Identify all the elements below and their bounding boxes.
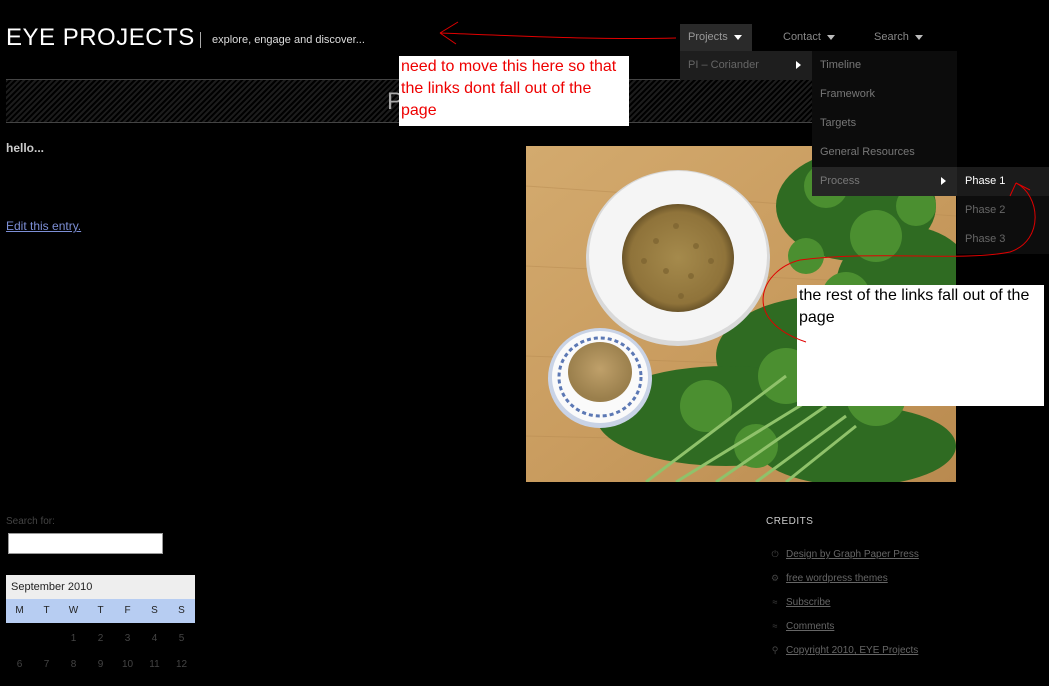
credit-link-comments[interactable]: ≈ Comments — [770, 621, 835, 632]
process-dropdown: Phase 1 Phase 2 Phase 3 — [957, 167, 1049, 254]
projects-dropdown: PI – Coriander — [680, 51, 812, 80]
arrow-left-head — [439, 21, 459, 34]
menu-item-label: General Resources — [820, 146, 915, 158]
weekday: S — [151, 605, 158, 616]
calendar-month: September 2010 — [6, 575, 195, 599]
weekday: T — [97, 605, 104, 616]
chevron-right-icon — [796, 61, 801, 69]
credit-label: Copyright 2010, EYE Projects — [786, 645, 919, 656]
credit-label: Design by Graph Paper Press — [786, 549, 919, 560]
nav-projects[interactable]: Projects — [680, 24, 752, 51]
menu-item-targets[interactable]: Targets — [812, 109, 957, 138]
annotation-note-move: need to move this here so that the links… — [399, 56, 629, 126]
weekday: T — [43, 605, 50, 616]
menu-item-process[interactable]: Process — [812, 167, 957, 196]
coriander-dropdown: Timeline Framework Targets General Resou… — [812, 51, 957, 196]
menu-item-label: PI – Coriander — [688, 59, 759, 71]
edit-entry-link[interactable]: Edit this entry. — [6, 219, 81, 233]
menu-item-label: Phase 3 — [965, 233, 1006, 245]
credit-link-themes[interactable]: ⚙ free wordpress themes — [770, 573, 888, 584]
menu-item-label: Framework — [820, 88, 876, 100]
calendar-day: 5 — [178, 633, 185, 644]
calendar-day: 7 — [43, 659, 50, 670]
weekday: M — [15, 605, 24, 616]
credit-link-copyright[interactable]: ⚲ Copyright 2010, EYE Projects — [770, 645, 919, 656]
chevron-down-icon — [733, 34, 742, 40]
title-separator — [200, 32, 201, 48]
site-tagline: explore, engage and discover... — [212, 34, 365, 46]
site-title[interactable]: EYE PROJECTS — [6, 24, 195, 52]
chevron-down-icon — [914, 34, 923, 40]
arrow-left-icon — [439, 32, 677, 40]
menu-item-label: Targets — [820, 117, 857, 129]
key-icon: ⚲ — [771, 645, 779, 655]
search-label: Search for: — [6, 516, 55, 527]
post-content: hello... — [6, 141, 45, 155]
menu-item-label: Process — [820, 175, 860, 187]
menu-item-general-resources[interactable]: General Resources — [812, 138, 957, 167]
credit-label: free wordpress themes — [786, 573, 888, 584]
calendar-day: 1 — [70, 633, 77, 644]
credit-label: Comments — [786, 621, 835, 632]
search-input[interactable] — [8, 533, 163, 554]
credit-label: Subscribe — [786, 597, 831, 608]
menu-item-phase-1[interactable]: Phase 1 — [957, 167, 1049, 196]
calendar-day: 12 — [175, 659, 188, 670]
calendar-day: 10 — [121, 659, 134, 670]
menu-item-phase-3[interactable]: Phase 3 — [957, 225, 1049, 254]
gear-icon: ⚙ — [770, 573, 780, 583]
nav-contact-label: Contact — [783, 31, 821, 43]
calendar-month-label: September 2010 — [11, 581, 93, 593]
weekday: F — [124, 605, 131, 616]
menu-item-label: Phase 2 — [965, 204, 1006, 216]
menu-item-label: Timeline — [820, 59, 862, 71]
menu-item-phase-2[interactable]: Phase 2 — [957, 196, 1049, 225]
menu-item-framework[interactable]: Framework — [812, 80, 957, 109]
nav-contact[interactable]: Contact — [775, 24, 853, 51]
nav-search[interactable]: Search — [866, 24, 944, 51]
calendar-day: 6 — [16, 659, 23, 670]
menu-item-label: Phase 1 — [965, 175, 1006, 187]
calendar: September 2010 M T W T F S S 1 2 3 4 5 6… — [6, 575, 195, 686]
nav-search-label: Search — [874, 31, 909, 43]
weekday: S — [178, 605, 185, 616]
annotation-note-overflow: the rest of the links fall out of the pa… — [797, 285, 1044, 406]
power-icon: ⏻ — [771, 549, 779, 559]
calendar-day: 8 — [70, 659, 77, 670]
calendar-day: 2 — [97, 633, 104, 644]
rss-icon: ≈ — [772, 597, 778, 607]
credits-title: CREDITS — [766, 516, 814, 527]
nav-projects-label: Projects — [688, 31, 728, 43]
arrow-left-head — [439, 32, 457, 45]
calendar-weekday-row: M T W T F S S — [6, 599, 195, 623]
rss-icon: ≈ — [772, 621, 778, 631]
chevron-down-icon — [826, 34, 835, 40]
credit-link-subscribe[interactable]: ≈ Subscribe — [770, 597, 831, 608]
calendar-day: 9 — [97, 659, 104, 670]
calendar-day: 11 — [149, 659, 160, 670]
credit-link-design[interactable]: ⏻ Design by Graph Paper Press — [770, 549, 919, 560]
menu-item-pi-coriander[interactable]: PI – Coriander — [680, 51, 812, 80]
calendar-day: 4 — [151, 633, 158, 644]
chevron-right-icon — [941, 177, 946, 185]
calendar-day: 3 — [124, 633, 131, 644]
menu-item-timeline[interactable]: Timeline — [812, 51, 957, 80]
weekday: W — [68, 605, 79, 616]
